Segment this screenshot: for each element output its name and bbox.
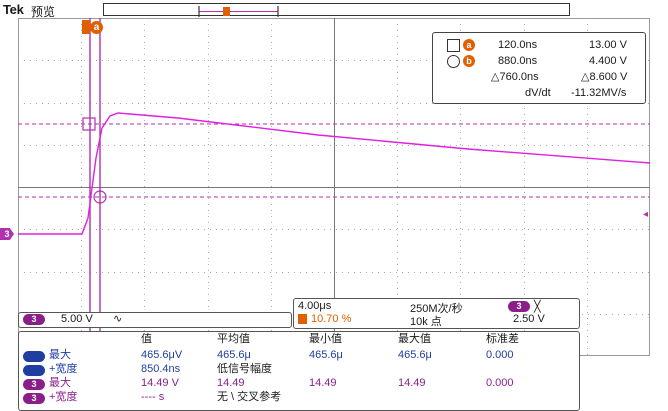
header-max: 最大值 — [398, 333, 431, 345]
channel-3-badge: 3 — [23, 393, 45, 404]
slope-label: dV/dt — [525, 87, 551, 99]
header-min: 最小值 — [309, 333, 342, 345]
header-mean: 平均值 — [217, 333, 250, 345]
measurement-table: 值 平均值 最小值 最大值 标准差 1 最大 465.6μV 465.6μ 46… — [18, 331, 580, 411]
measurement-min: 14.49 — [309, 377, 337, 389]
measurement-max: 465.6μ — [398, 349, 432, 361]
measurement-mean: 14.49 — [217, 377, 245, 389]
cursor-a-row: a 120.0ns 13.00 V — [433, 38, 645, 53]
measurement-mean: 465.6μ — [217, 349, 251, 361]
header-value: 值 — [141, 333, 152, 345]
measurement-row[interactable]: 3 最大 14.49 V 14.49 14.49 14.49 0.000 — [19, 377, 579, 390]
trigger-position: 10.70 % — [311, 313, 352, 325]
coupling-icon: ∿ — [113, 313, 123, 325]
brand-label: Tek — [3, 2, 24, 17]
record-view-indicator — [198, 6, 279, 17]
record-view-bar[interactable] — [103, 3, 570, 17]
measurement-name: +宽度 — [49, 391, 78, 403]
measurement-stddev: 0.000 — [486, 349, 514, 361]
channel-1-badge: 1 — [23, 365, 45, 376]
channel-3-ground-marker[interactable]: 3 — [0, 228, 14, 240]
measurement-name: 最大 — [49, 377, 71, 389]
cursor-a-volt: 13.00 V — [589, 39, 627, 51]
timebase-trigger-settings[interactable]: 4.00μs 250M次/秒 3 ╳ 10.70 % 10k 点 2.50 V — [293, 298, 580, 329]
cursor-slope-row: dV/dt -11.32MV/s — [433, 86, 645, 101]
channel-3-badge: 3 — [23, 314, 45, 325]
channel-3-settings[interactable]: 3 5.00 V ∿ — [18, 312, 292, 328]
measurement-value: 465.6μV — [141, 349, 183, 361]
measurement-name: 最大 — [49, 349, 71, 361]
measurement-value: 850.4ns — [141, 363, 181, 375]
measurement-stddev: 0.000 — [486, 377, 514, 389]
measurement-value: ---- s — [141, 391, 165, 403]
cursor-readout: a 120.0ns 13.00 V b 880.0ns 4.400 V △760… — [432, 32, 646, 104]
circle-cursor-icon — [447, 54, 460, 68]
measurement-max: 14.49 — [398, 377, 426, 389]
measurement-row[interactable]: 1 +宽度 850.4ns 低信号幅度 — [19, 363, 579, 376]
measurement-min: 465.6μ — [309, 349, 343, 361]
cursor-a-badge[interactable]: a — [90, 21, 103, 34]
header-stddev: 标准差 — [486, 333, 519, 345]
cursor-delta-volt: △8.600 V — [581, 71, 628, 83]
cursor-delta-row: △760.0ns △8.600 V — [433, 70, 645, 85]
cursor-b-row: b 880.0ns 4.400 V — [433, 54, 645, 69]
channel-3-badge: 3 — [23, 379, 45, 390]
cursor-b-volt: 4.400 V — [589, 55, 627, 67]
measurement-status: 无 \ 交叉参考 — [217, 391, 282, 403]
cursor-b-badge-icon: b — [463, 55, 475, 68]
trigger-type-icon: ╳ — [534, 301, 541, 313]
cursor-b-time: 880.0ns — [498, 55, 538, 67]
trigger-level-arrow-icon[interactable]: ◂ — [643, 209, 648, 220]
trigger-level: 2.50 V — [513, 313, 545, 325]
measurement-value: 14.49 V — [141, 377, 179, 389]
channel-3-scale: 5.00 V — [61, 313, 93, 325]
channel-1-badge: 1 — [23, 351, 45, 362]
measurement-status: 低信号幅度 — [217, 363, 272, 375]
cursor-delta-time: △760.0ns — [491, 71, 539, 83]
time-scale: 4.00μs — [298, 300, 332, 312]
trigger-source-badge: 3 — [508, 301, 530, 312]
record-length: 10k 点 — [410, 316, 442, 328]
measurement-header: 值 平均值 最小值 最大值 标准差 — [19, 333, 579, 346]
square-cursor-icon — [447, 38, 460, 52]
measurement-row[interactable]: 1 最大 465.6μV 465.6μ 465.6μ 465.6μ 0.000 — [19, 349, 579, 362]
cursor-a-time: 120.0ns — [498, 39, 538, 51]
top-bar: Tek 预览 — [0, 0, 668, 19]
trigger-position-marker[interactable] — [82, 20, 90, 34]
trigger-position-icon — [298, 314, 307, 324]
slope-value: -11.32MV/s — [571, 87, 627, 99]
measurement-row[interactable]: 3 +宽度 ---- s 无 \ 交叉参考 — [19, 391, 579, 404]
cursor-a-badge-icon: a — [463, 39, 475, 52]
measurement-name: +宽度 — [49, 363, 78, 375]
